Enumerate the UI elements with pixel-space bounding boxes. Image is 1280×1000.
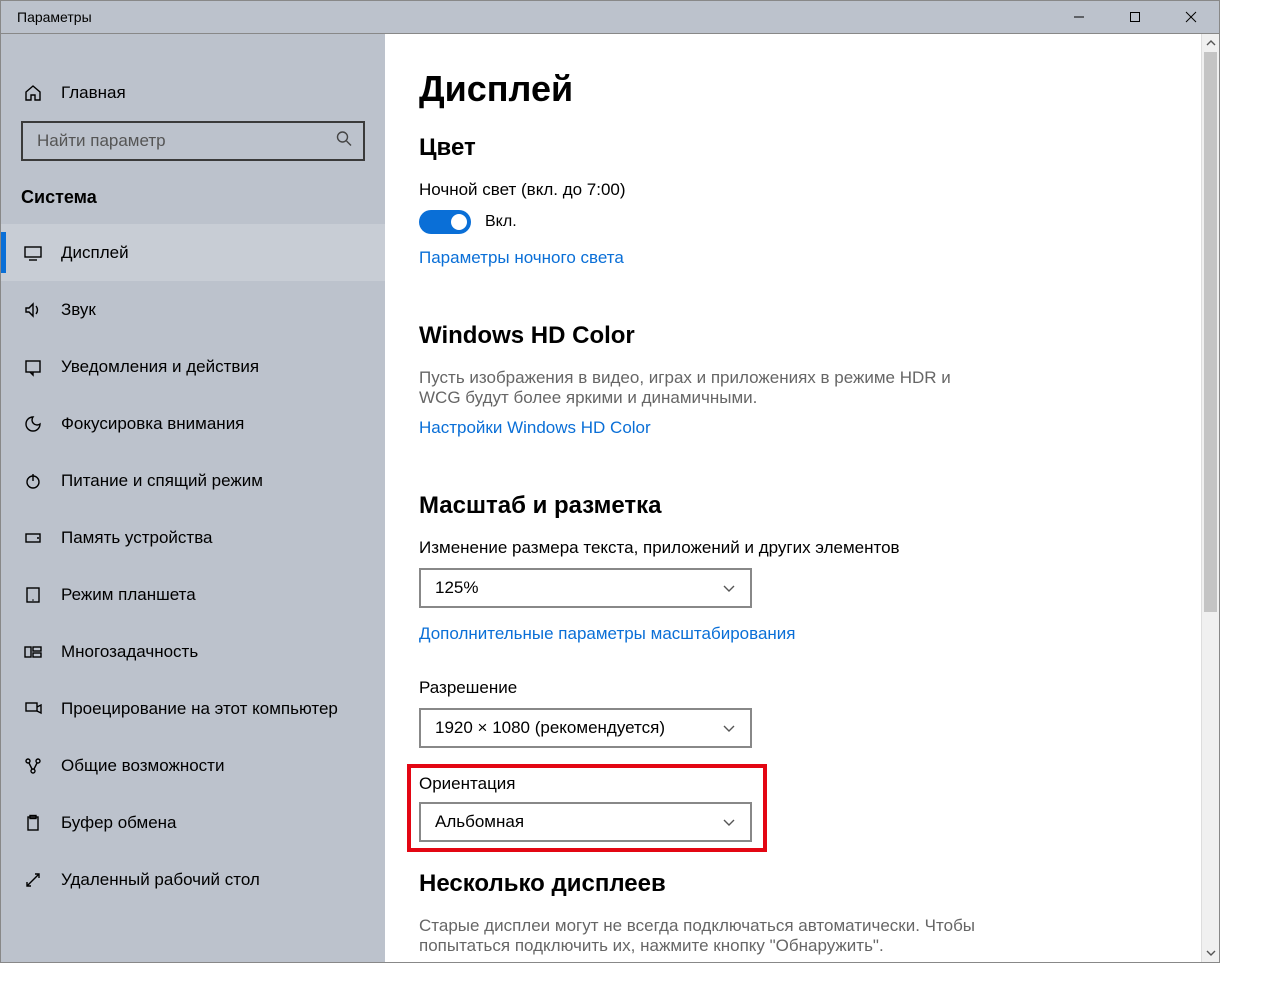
sidebar-item-label: Дисплей xyxy=(61,243,129,263)
sound-icon xyxy=(21,300,45,320)
scrollbar[interactable] xyxy=(1201,34,1219,962)
scroll-down-button[interactable] xyxy=(1202,944,1219,962)
sidebar-item-label: Звук xyxy=(61,300,96,320)
close-icon xyxy=(1185,11,1197,23)
multitask-icon xyxy=(21,642,45,662)
sidebar-item-label: Буфер обмена xyxy=(61,813,177,833)
remote-icon xyxy=(21,870,45,890)
resolution-value: 1920 × 1080 (рекомендуется) xyxy=(435,718,665,738)
hdr-desc: Пусть изображения в видео, играх и прило… xyxy=(419,368,979,408)
sidebar: Главная Система Дисплей Звук Уведомления… xyxy=(1,34,385,962)
window-title: Параметры xyxy=(1,9,1051,25)
chevron-down-icon xyxy=(722,721,736,735)
hdr-link[interactable]: Настройки Windows HD Color xyxy=(419,418,651,438)
focus-icon xyxy=(21,414,45,434)
resolution-dropdown[interactable]: 1920 × 1080 (рекомендуется) xyxy=(419,708,752,748)
projecting-icon xyxy=(21,699,45,719)
storage-icon xyxy=(21,528,45,548)
sidebar-home-label: Главная xyxy=(61,83,126,103)
page-title: Дисплей xyxy=(419,68,1185,110)
sidebar-item-label: Проецирование на этот компьютер xyxy=(61,699,338,719)
sidebar-item-label: Режим планшета xyxy=(61,585,196,605)
sidebar-item-notifications[interactable]: Уведомления и действия xyxy=(1,338,385,395)
content: Дисплей Цвет Ночной свет (вкл. до 7:00) … xyxy=(385,34,1219,962)
section-hdr: Windows HD Color xyxy=(419,322,1185,350)
section-scale: Масштаб и разметка xyxy=(419,492,1185,520)
search-wrap xyxy=(21,121,365,161)
section-color: Цвет xyxy=(419,134,1185,162)
night-light-link[interactable]: Параметры ночного света xyxy=(419,248,624,268)
maximize-button[interactable] xyxy=(1107,1,1163,34)
sidebar-item-clipboard[interactable]: Буфер обмена xyxy=(1,794,385,851)
clipboard-icon xyxy=(21,813,45,833)
sidebar-item-multitask[interactable]: Многозадачность xyxy=(1,623,385,680)
scale-label: Изменение размера текста, приложений и д… xyxy=(419,538,1185,558)
maximize-icon xyxy=(1129,11,1141,23)
sidebar-item-label: Питание и спящий режим xyxy=(61,471,263,491)
sidebar-item-label: Удаленный рабочий стол xyxy=(61,870,260,890)
orientation-highlight: Ориентация Альбомная xyxy=(407,764,767,852)
orientation-dropdown[interactable]: Альбомная xyxy=(419,802,752,842)
power-icon xyxy=(21,471,45,491)
orientation-label: Ориентация xyxy=(419,774,755,794)
minimize-icon xyxy=(1073,11,1085,23)
sidebar-category: Система xyxy=(1,173,385,224)
chevron-down-icon xyxy=(722,581,736,595)
titlebar: Параметры xyxy=(1,1,1219,34)
sidebar-item-storage[interactable]: Память устройства xyxy=(1,509,385,566)
sidebar-item-shared[interactable]: Общие возможности xyxy=(1,737,385,794)
chevron-down-icon xyxy=(1206,948,1216,958)
search-input[interactable] xyxy=(21,121,365,161)
sidebar-item-sound[interactable]: Звук xyxy=(1,281,385,338)
scroll-thumb[interactable] xyxy=(1204,52,1217,612)
sidebar-item-label: Фокусировка внимания xyxy=(61,414,244,434)
sidebar-item-projecting[interactable]: Проецирование на этот компьютер xyxy=(1,680,385,737)
home-icon xyxy=(21,83,45,103)
scroll-up-button[interactable] xyxy=(1202,34,1219,52)
scale-value: 125% xyxy=(435,578,478,598)
sidebar-item-label: Память устройства xyxy=(61,528,213,548)
toggle-state: Вкл. xyxy=(485,213,517,231)
display-icon xyxy=(21,243,45,263)
orientation-value: Альбомная xyxy=(435,812,524,832)
sidebar-item-label: Многозадачность xyxy=(61,642,198,662)
toggle-track xyxy=(419,210,471,234)
search-icon xyxy=(335,130,353,153)
multi-desc: Старые дисплеи могут не всегда подключат… xyxy=(419,916,979,956)
sidebar-item-focus[interactable]: Фокусировка внимания xyxy=(1,395,385,452)
notifications-icon xyxy=(21,357,45,377)
chevron-down-icon xyxy=(722,815,736,829)
tablet-icon xyxy=(21,585,45,605)
sidebar-home[interactable]: Главная xyxy=(1,64,385,121)
sidebar-item-display[interactable]: Дисплей xyxy=(1,224,385,281)
sidebar-item-power[interactable]: Питание и спящий режим xyxy=(1,452,385,509)
night-light-toggle[interactable]: Вкл. xyxy=(419,210,1185,234)
sidebar-item-label: Общие возможности xyxy=(61,756,224,776)
section-multi: Несколько дисплеев xyxy=(419,870,1185,898)
close-button[interactable] xyxy=(1163,1,1219,34)
toggle-knob xyxy=(451,214,467,230)
shared-icon xyxy=(21,756,45,776)
night-light-label: Ночной свет (вкл. до 7:00) xyxy=(419,180,1185,200)
chevron-up-icon xyxy=(1206,38,1216,48)
sidebar-item-remote[interactable]: Удаленный рабочий стол xyxy=(1,851,385,908)
minimize-button[interactable] xyxy=(1051,1,1107,34)
resolution-label: Разрешение xyxy=(419,678,1185,698)
scale-link[interactable]: Дополнительные параметры масштабирования xyxy=(419,624,795,644)
sidebar-item-tablet[interactable]: Режим планшета xyxy=(1,566,385,623)
sidebar-item-label: Уведомления и действия xyxy=(61,357,259,377)
scale-dropdown[interactable]: 125% xyxy=(419,568,752,608)
